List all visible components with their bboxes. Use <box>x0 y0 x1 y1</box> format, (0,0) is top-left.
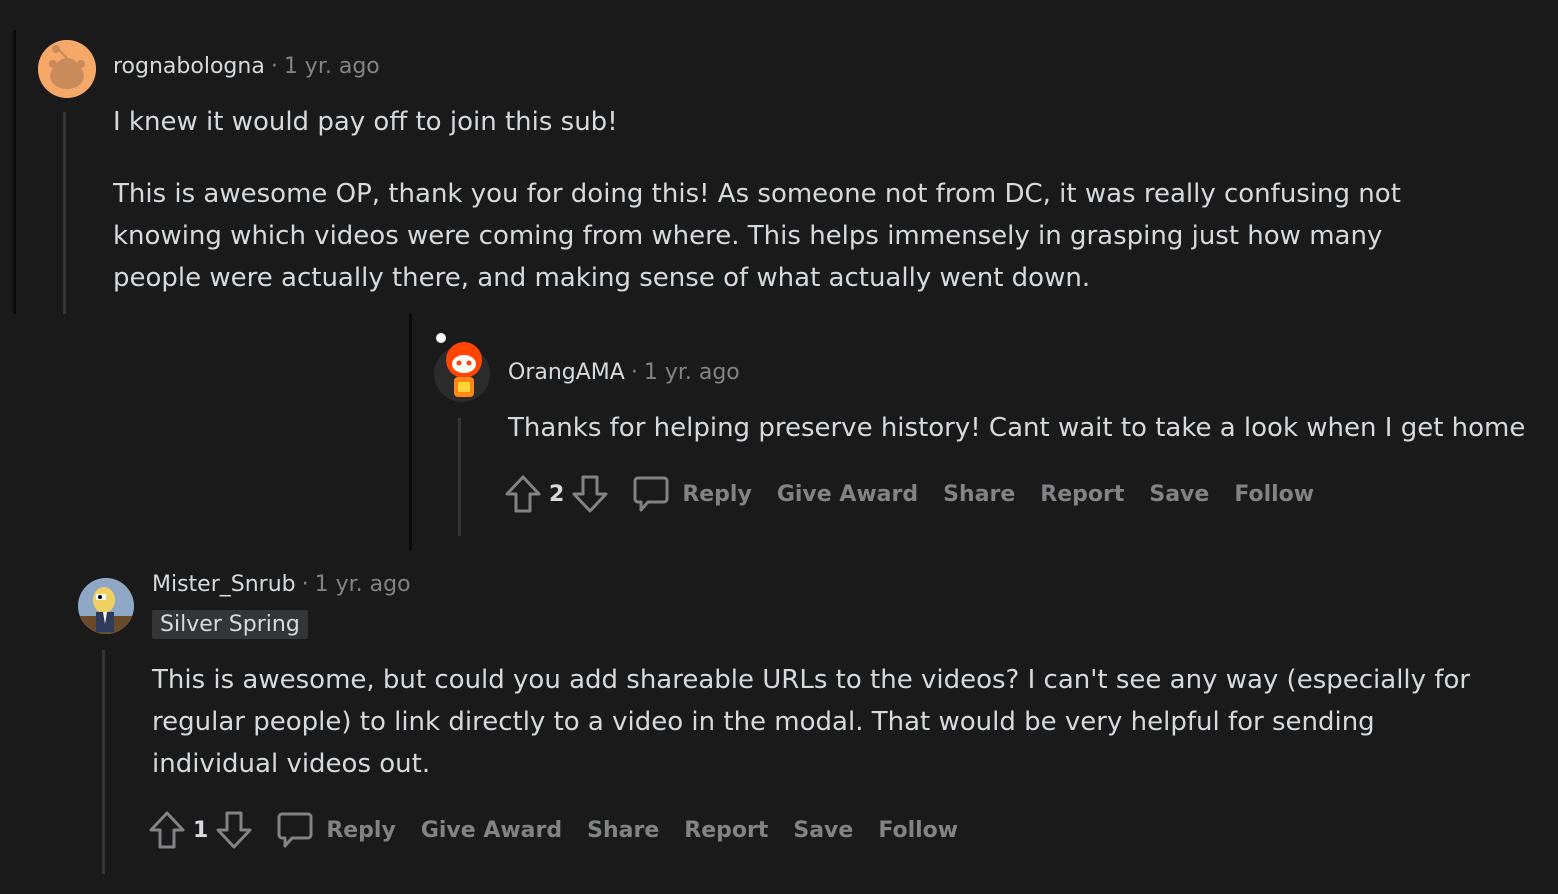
comment-line: people were actually there, and making s… <box>113 263 1091 293</box>
give-award-button[interactable]: Give Award <box>777 482 918 507</box>
comment-meta: rognabologna · 1 yr. ago <box>113 54 380 79</box>
timestamp[interactable]: 1 yr. ago <box>644 360 740 385</box>
reply-label: Reply <box>326 817 396 843</box>
report-button[interactable]: Report <box>1040 482 1124 507</box>
comment-line: individual videos out. <box>152 749 431 779</box>
username[interactable]: OrangAMA <box>508 360 625 385</box>
user-avatar[interactable] <box>38 40 96 98</box>
timestamp[interactable]: 1 yr. ago <box>315 572 411 597</box>
upvote-button[interactable] <box>503 471 543 517</box>
separator: · <box>630 360 638 385</box>
thread-line-child-group[interactable] <box>409 314 412 550</box>
comment-paragraph: I knew it would pay off to join this sub… <box>113 107 618 137</box>
follow-button[interactable]: Follow <box>1234 482 1314 507</box>
comment-paragraph: Thanks for helping preserve history! Can… <box>508 413 1526 443</box>
separator: · <box>270 54 278 79</box>
give-award-button[interactable]: Give Award <box>421 818 562 843</box>
comment-body: This is awesome, but could you add share… <box>152 659 1470 785</box>
comment-line: knowing which videos were coming from wh… <box>113 221 1383 251</box>
reply-button[interactable]: Reply <box>276 810 396 850</box>
comment-icon <box>633 476 669 512</box>
share-button[interactable]: Share <box>587 818 659 843</box>
save-button[interactable]: Save <box>1149 482 1209 507</box>
upvote-icon <box>149 811 185 849</box>
comment-body: I knew it would pay off to join this sub… <box>113 101 1401 299</box>
comment-line: This is awesome, but could you add share… <box>152 665 1471 695</box>
snoo-avatar-icon <box>434 333 490 402</box>
user-avatar[interactable] <box>78 578 134 634</box>
snoo-avatar-icon <box>38 40 96 98</box>
save-button[interactable]: Save <box>793 818 853 843</box>
downvote-icon <box>572 475 608 513</box>
comment-actions: 1 Reply Give Award Share Report Save Fol… <box>147 807 983 853</box>
thread-line-mister-snrub[interactable] <box>102 650 105 874</box>
username[interactable]: rognabologna <box>113 54 265 79</box>
user-avatar[interactable] <box>432 330 492 404</box>
follow-button[interactable]: Follow <box>878 818 958 843</box>
downvote-button[interactable] <box>570 471 610 517</box>
downvote-icon <box>216 811 252 849</box>
timestamp[interactable]: 1 yr. ago <box>284 54 380 79</box>
user-flair: Silver Spring <box>152 610 308 639</box>
reply-button[interactable]: Reply <box>632 474 752 514</box>
comment-actions: 2 Reply Give Award Share Report Save Fol… <box>503 471 1339 517</box>
user-avatar-image-icon <box>78 578 134 634</box>
username[interactable]: Mister_Snrub <box>152 572 296 597</box>
thread-line-parent[interactable] <box>13 30 16 314</box>
share-button[interactable]: Share <box>943 482 1015 507</box>
separator: · <box>301 572 309 597</box>
comment-meta: Mister_Snrub · 1 yr. ago <box>152 572 411 597</box>
vote-count: 2 <box>549 481 565 507</box>
thread-line-orangama[interactable] <box>458 418 461 536</box>
thread-line-rognabologna[interactable] <box>63 112 66 314</box>
comment-line: regular people) to link directly to a vi… <box>152 707 1375 737</box>
upvote-icon <box>505 475 541 513</box>
comment-icon <box>277 812 313 848</box>
reply-label: Reply <box>682 481 752 507</box>
vote-count: 1 <box>193 817 209 843</box>
downvote-button[interactable] <box>214 807 254 853</box>
upvote-button[interactable] <box>147 807 187 853</box>
comment-line: This is awesome OP, thank you for doing … <box>113 179 1401 209</box>
comment-meta: OrangAMA · 1 yr. ago <box>508 360 740 385</box>
report-button[interactable]: Report <box>684 818 768 843</box>
comment-body: Thanks for helping preserve history! Can… <box>508 407 1525 449</box>
